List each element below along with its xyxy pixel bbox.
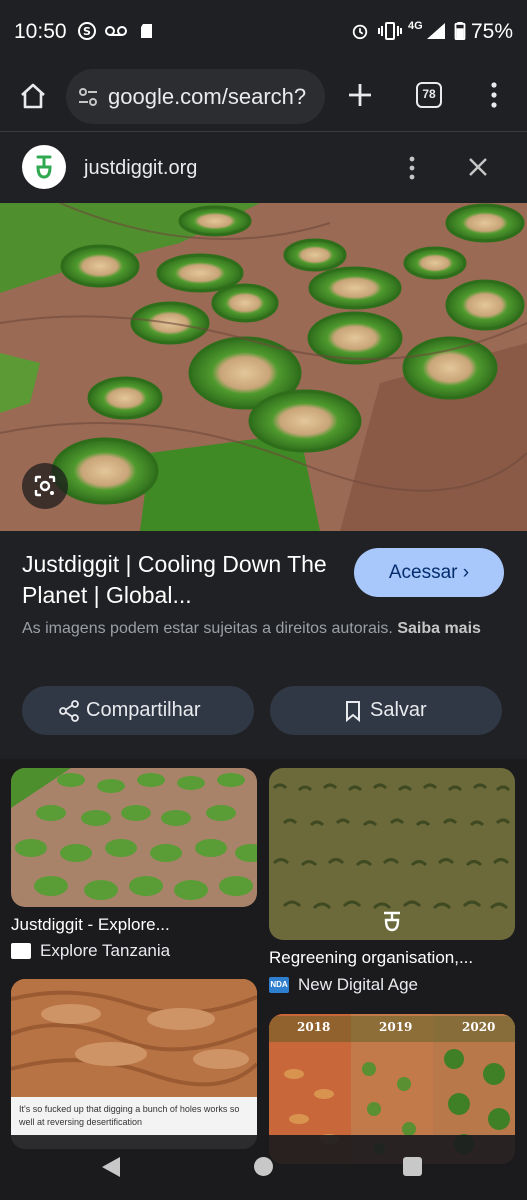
home-nav-icon[interactable] bbox=[254, 1157, 273, 1176]
alarm-icon bbox=[352, 24, 368, 40]
site-favicon bbox=[22, 145, 66, 189]
justdiggit-logo-icon bbox=[36, 155, 52, 179]
back-icon[interactable] bbox=[100, 1155, 122, 1179]
result-title[interactable]: Justdiggit | Cooling Down The Planet | G… bbox=[22, 549, 342, 611]
save-label: Salvar bbox=[370, 699, 427, 721]
vibrate-icon bbox=[378, 22, 402, 40]
landscape-photo bbox=[0, 203, 527, 531]
status-time: 10:50 bbox=[14, 20, 67, 43]
related-title-1[interactable]: Justdiggit - Explore... bbox=[11, 915, 257, 935]
system-navigation-bar bbox=[0, 1135, 527, 1200]
battery-icon bbox=[454, 22, 466, 40]
browser-toolbar: google.com/search? 78 bbox=[0, 64, 527, 132]
chevron-right-icon: › bbox=[462, 562, 470, 583]
site-more-icon[interactable] bbox=[402, 155, 422, 181]
url-text[interactable]: google.com/search? bbox=[108, 84, 318, 110]
related-source-2[interactable]: New Digital Age bbox=[298, 975, 418, 995]
save-button[interactable]: Salvar bbox=[270, 686, 502, 735]
related-image-2-photo bbox=[269, 768, 515, 940]
year-label-2019: 2019 bbox=[379, 1020, 413, 1034]
address-bar[interactable]: google.com/search? bbox=[66, 69, 325, 124]
source-favicon-new-digital-age: NDA bbox=[269, 977, 289, 993]
related-source-1[interactable]: Explore Tanzania bbox=[40, 941, 170, 961]
skype-icon: S bbox=[78, 22, 96, 40]
signal-icon bbox=[427, 23, 445, 39]
related-image-3-photo bbox=[11, 979, 257, 1097]
copyright-notice: As imagens podem estar sujeitas a direit… bbox=[22, 617, 512, 640]
lens-icon bbox=[34, 475, 56, 497]
related-images-grid: Justdiggit - Explore... Explore Tanzania… bbox=[0, 759, 527, 1200]
sd-card-icon bbox=[141, 24, 152, 38]
related-image-2[interactable] bbox=[269, 768, 515, 940]
related-image-1-photo bbox=[11, 768, 257, 907]
result-info-panel: Justdiggit | Cooling Down The Planet | G… bbox=[0, 531, 527, 759]
year-label-2020: 2020 bbox=[462, 1020, 496, 1034]
site-settings-icon[interactable] bbox=[78, 87, 98, 107]
share-icon bbox=[59, 700, 79, 722]
related-image-3[interactable]: It's so fucked up that digging a bunch o… bbox=[11, 979, 257, 1149]
share-label: Compartilhar bbox=[86, 699, 201, 721]
share-button[interactable]: Compartilhar bbox=[22, 686, 254, 735]
related-title-2[interactable]: Regreening organisation,... bbox=[269, 948, 517, 968]
close-icon[interactable] bbox=[466, 155, 490, 179]
new-tab-icon[interactable] bbox=[344, 79, 376, 111]
voicemail-icon bbox=[105, 26, 127, 36]
site-name[interactable]: justdiggit.org bbox=[84, 157, 197, 180]
visit-button[interactable]: Acessar › bbox=[354, 548, 504, 597]
svg-text:S: S bbox=[83, 25, 91, 38]
network-type: 4G bbox=[408, 20, 423, 32]
home-icon[interactable] bbox=[18, 81, 48, 111]
source-favicon-explore-tanzania bbox=[11, 943, 31, 959]
recent-apps-icon[interactable] bbox=[403, 1157, 422, 1176]
more-options-icon[interactable] bbox=[484, 80, 504, 110]
result-image[interactable] bbox=[0, 203, 527, 531]
learn-more-link[interactable]: Saiba mais bbox=[397, 620, 481, 637]
copyright-text: As imagens podem estar sujeitas a direit… bbox=[22, 620, 393, 637]
battery-percentage: 75% bbox=[470, 20, 513, 43]
related-image-1[interactable] bbox=[11, 768, 257, 907]
site-header: justdiggit.org bbox=[0, 133, 527, 203]
status-bar: 10:50 S 4G 75% bbox=[0, 0, 527, 64]
bookmark-icon bbox=[346, 701, 360, 722]
visit-button-label: Acessar bbox=[388, 562, 458, 583]
tab-switcher-button[interactable]: 78 bbox=[416, 82, 442, 108]
google-lens-button[interactable] bbox=[22, 463, 68, 509]
year-label-2018: 2018 bbox=[297, 1020, 331, 1034]
